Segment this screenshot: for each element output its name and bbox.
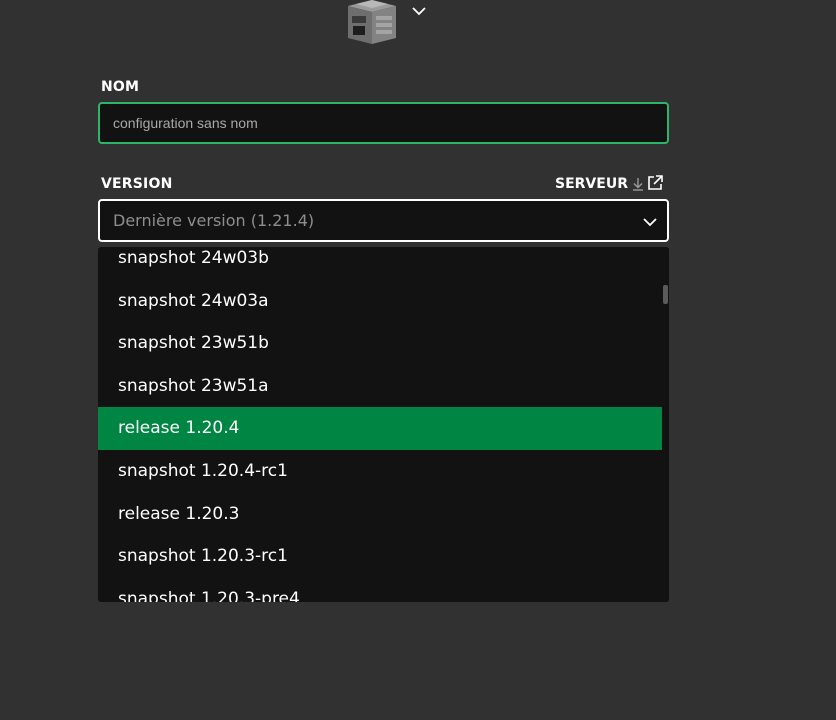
list-item-selected[interactable]: release 1.20.4 (98, 407, 662, 450)
server-download-link[interactable]: SERVEUR (555, 174, 645, 194)
furnace-block-icon[interactable] (344, 0, 400, 44)
version-select[interactable]: Dernière version (1.21.4) (98, 199, 669, 242)
list-item[interactable]: snapshot 23w51a (98, 365, 662, 408)
list-item[interactable]: snapshot 24w03b (98, 247, 662, 280)
list-item[interactable]: snapshot 1.20.3-pre4 (98, 578, 662, 602)
name-label: NOM (101, 79, 140, 95)
version-select-value: Dernière version (1.21.4) (113, 211, 315, 230)
scrollbar-thumb[interactable] (663, 285, 668, 304)
chevron-down-icon[interactable] (410, 4, 428, 18)
version-dropdown-list[interactable]: snapshot 24w03b snapshot 24w03a snapshot… (98, 247, 669, 602)
list-item[interactable]: snapshot 1.20.4-rc1 (98, 450, 662, 493)
list-item[interactable]: snapshot 23w51b (98, 322, 662, 365)
name-field-wrapper[interactable] (98, 102, 669, 144)
download-icon (632, 178, 643, 191)
server-label: SERVEUR (555, 176, 628, 192)
list-item[interactable]: release 1.20.3 (98, 493, 662, 536)
list-item[interactable]: snapshot 24w03a (98, 280, 662, 323)
name-field[interactable] (100, 104, 667, 142)
list-item[interactable]: snapshot 1.20.3-rc1 (98, 535, 662, 578)
chevron-down-icon (643, 218, 657, 227)
external-link-icon[interactable] (646, 174, 664, 192)
version-label: VERSION (101, 176, 173, 192)
